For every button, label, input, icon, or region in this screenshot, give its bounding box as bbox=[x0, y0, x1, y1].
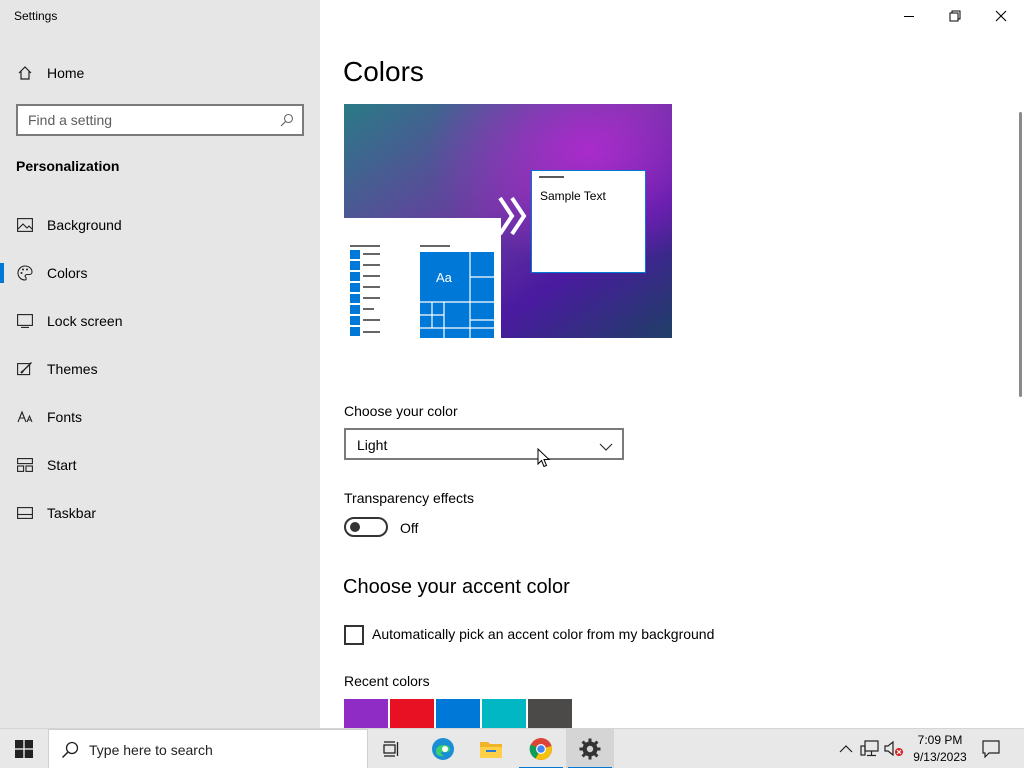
task-view-button[interactable] bbox=[368, 729, 416, 768]
font-icon bbox=[16, 408, 34, 426]
sidebar-item-label: Background bbox=[47, 217, 122, 233]
clock[interactable]: 7:09 PM 9/13/2023 bbox=[906, 732, 974, 766]
edge-button[interactable] bbox=[419, 729, 467, 768]
sidebar-item-background[interactable]: Background bbox=[0, 205, 320, 245]
brush-icon bbox=[16, 360, 34, 378]
close-button[interactable] bbox=[978, 0, 1024, 32]
sidebar-item-label: Themes bbox=[47, 361, 98, 377]
transparency-state: Off bbox=[400, 520, 419, 536]
find-setting-input[interactable] bbox=[18, 106, 302, 134]
start-layout-icon bbox=[16, 456, 34, 474]
task-view-icon bbox=[383, 741, 399, 757]
restore-button[interactable] bbox=[932, 0, 978, 32]
auto-accent-label[interactable]: Automatically pick an accent color from … bbox=[372, 626, 714, 642]
minimize-icon bbox=[904, 16, 914, 17]
show-hidden-icons-button[interactable] bbox=[836, 739, 856, 759]
toggle-knob bbox=[350, 522, 360, 532]
scrollbar[interactable] bbox=[1019, 112, 1022, 397]
window-title: Settings bbox=[14, 9, 58, 23]
home-link[interactable]: Home bbox=[0, 53, 320, 93]
taskbar: Type here to search 7:09 PM 9/13/2023 bbox=[0, 728, 1024, 768]
mouse-pointer-icon bbox=[537, 448, 551, 468]
network-icon bbox=[860, 740, 879, 757]
notification-icon bbox=[982, 740, 1000, 758]
action-center-button[interactable] bbox=[981, 739, 1001, 759]
find-setting-box[interactable] bbox=[16, 104, 304, 136]
sidebar-item-label: Fonts bbox=[47, 409, 83, 425]
restore-icon bbox=[949, 10, 961, 22]
sidebar-item-label: Start bbox=[47, 457, 77, 473]
file-explorer-icon bbox=[480, 742, 502, 758]
settings-gear-icon bbox=[579, 738, 601, 760]
chrome-icon bbox=[529, 738, 552, 760]
selection-indicator bbox=[0, 263, 4, 283]
chrome-button[interactable] bbox=[517, 729, 565, 768]
home-label: Home bbox=[47, 65, 85, 81]
sidebar-item-lock-screen[interactable]: Lock screen bbox=[0, 301, 320, 341]
clock-date: 9/13/2023 bbox=[913, 750, 967, 764]
minimize-button[interactable] bbox=[886, 0, 932, 32]
accent-color-heading: Choose your accent color bbox=[343, 576, 570, 598]
volume-muted-icon bbox=[884, 740, 903, 757]
choose-color-label: Choose your color bbox=[344, 403, 458, 419]
taskbar-search-box[interactable]: Type here to search bbox=[48, 729, 368, 768]
page-title: Colors bbox=[343, 56, 424, 87]
search-icon[interactable] bbox=[280, 113, 294, 127]
transparency-toggle[interactable] bbox=[344, 517, 388, 537]
volume-button[interactable] bbox=[884, 739, 904, 759]
edge-icon bbox=[432, 738, 454, 760]
chevron-up-icon bbox=[839, 745, 853, 753]
picture-icon bbox=[16, 216, 34, 234]
sidebar-item-label: Lock screen bbox=[47, 313, 123, 329]
recent-colors-label: Recent colors bbox=[344, 673, 430, 689]
sidebar-item-themes[interactable]: Themes bbox=[0, 349, 320, 389]
color-preview: Sample Text Aa bbox=[344, 104, 672, 338]
navigation-pane: Settings Home Personalization Background… bbox=[0, 0, 320, 728]
sidebar-item-taskbar[interactable]: Taskbar bbox=[0, 493, 320, 533]
windows-logo-icon bbox=[15, 740, 33, 758]
sidebar-item-start[interactable]: Start bbox=[0, 445, 320, 485]
transparency-label: Transparency effects bbox=[344, 490, 474, 506]
section-title: Personalization bbox=[16, 158, 120, 174]
sidebar-item-fonts[interactable]: Fonts bbox=[0, 397, 320, 437]
sample-text: Sample Text bbox=[540, 189, 606, 203]
file-explorer-button[interactable] bbox=[467, 729, 515, 768]
taskbar-search-placeholder: Type here to search bbox=[89, 742, 213, 758]
sidebar-item-label: Taskbar bbox=[47, 505, 97, 521]
sidebar-item-label: Colors bbox=[47, 265, 88, 281]
tile-text: Aa bbox=[436, 270, 452, 285]
settings-button[interactable] bbox=[566, 729, 614, 768]
palette-icon bbox=[16, 264, 34, 282]
close-icon bbox=[995, 10, 1007, 22]
sidebar-item-colors[interactable]: Colors bbox=[0, 253, 320, 293]
home-icon bbox=[16, 64, 34, 82]
taskbar-icon bbox=[16, 504, 34, 522]
choose-color-value: Light bbox=[357, 437, 388, 453]
lock-screen-icon bbox=[16, 312, 34, 330]
chevron-down-icon bbox=[599, 439, 613, 457]
start-button[interactable] bbox=[0, 729, 48, 768]
network-button[interactable] bbox=[860, 739, 880, 759]
search-icon bbox=[61, 741, 79, 764]
clock-time: 7:09 PM bbox=[917, 733, 963, 747]
auto-accent-checkbox[interactable] bbox=[344, 625, 364, 645]
choose-color-dropdown[interactable]: Light bbox=[344, 428, 624, 460]
